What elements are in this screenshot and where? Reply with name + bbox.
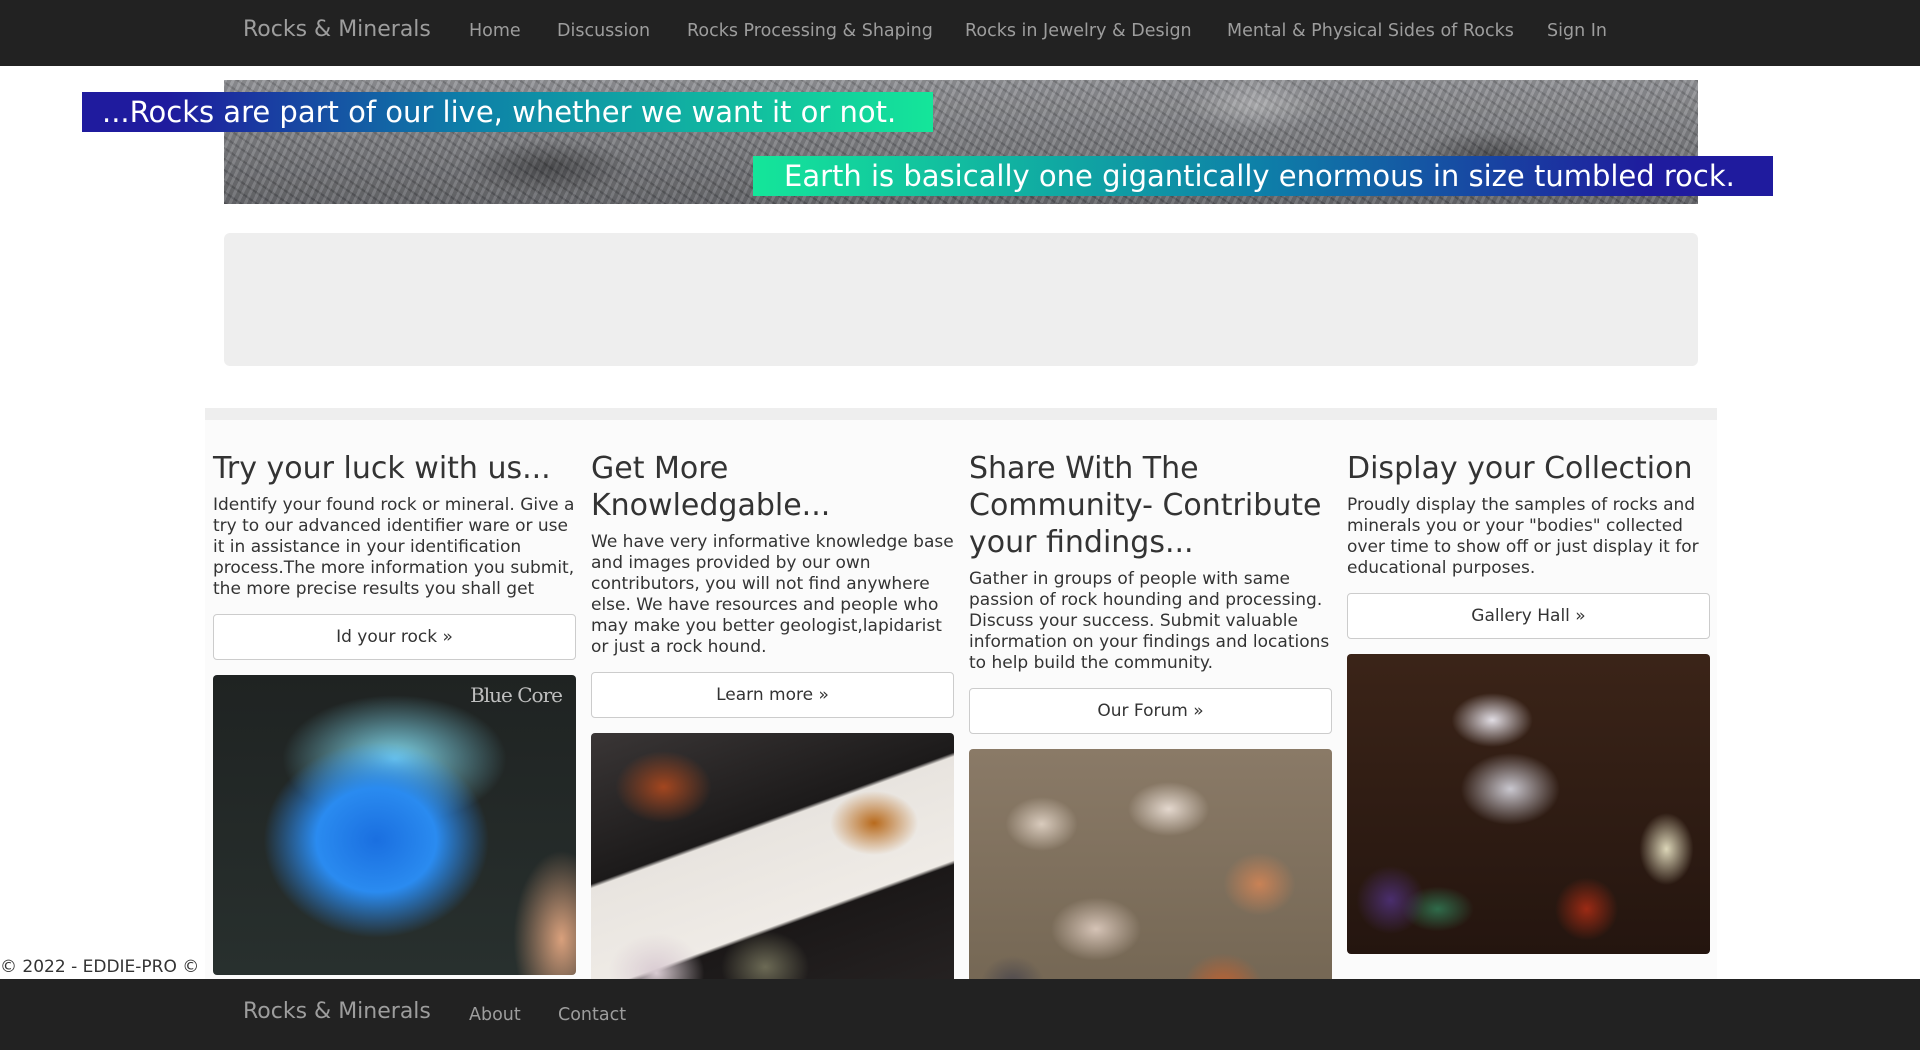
empty-panel: [224, 233, 1698, 366]
banner-slogan-1: ...Rocks are part of our live, whether w…: [82, 92, 933, 132]
card-title: Get More Knowledgable...: [591, 451, 831, 523]
top-navbar: Rocks & Minerals Home Discussion Rocks P…: [0, 0, 1920, 66]
brand-link[interactable]: Rocks & Minerals: [243, 17, 431, 42]
card-title: Share With The Community- Contribute you…: [969, 451, 1322, 560]
id-your-rock-button[interactable]: Id your rock »: [213, 614, 576, 660]
crystal-collection-image: [1347, 654, 1710, 954]
image-watermark: Blue Core: [470, 683, 563, 707]
gallery-hall-button[interactable]: Gallery Hall »: [1347, 593, 1710, 639]
footer-brand-link[interactable]: Rocks & Minerals: [243, 999, 431, 1024]
nav-mental-physical-sides[interactable]: Mental & Physical Sides of Rocks: [1227, 21, 1514, 41]
card-title: Try your luck with us...: [213, 451, 551, 486]
nav-rocks-processing-shaping[interactable]: Rocks Processing & Shaping: [687, 21, 933, 41]
banner-slogan-2: Earth is basically one gigantically enor…: [753, 156, 1773, 196]
card-identify: Try your luck with us... Identify your f…: [205, 420, 584, 988]
mineral-book-image: [591, 733, 954, 988]
card-community: Share With The Community- Contribute you…: [961, 420, 1340, 988]
pebbles-image: [969, 749, 1332, 988]
learn-more-button[interactable]: Learn more »: [591, 672, 954, 718]
our-forum-button[interactable]: Our Forum »: [969, 688, 1332, 734]
feature-cards: Try your luck with us... Identify your f…: [205, 408, 1717, 988]
card-text: Gather in groups of people with same pas…: [969, 569, 1330, 673]
nav-rocks-in-jewelry-design[interactable]: Rocks in Jewelry & Design: [965, 21, 1192, 41]
blue-crystal-image: Blue Core: [213, 675, 576, 975]
card-knowledge: Get More Knowledgable... We have very in…: [583, 420, 962, 988]
footer-contact-link[interactable]: Contact: [558, 1005, 626, 1025]
footer-about-link[interactable]: About: [469, 1005, 521, 1025]
nav-sign-in[interactable]: Sign In: [1547, 21, 1607, 41]
card-title: Display your Collection: [1347, 451, 1693, 486]
copyright-text: © 2022 - EDDIE-PRO ©: [0, 957, 200, 977]
card-text: We have very informative knowledge base …: [591, 532, 954, 657]
card-text: Proudly display the samples of rocks and…: [1347, 495, 1699, 578]
nav-home[interactable]: Home: [469, 21, 521, 41]
card-collection: Display your Collection Proudly display …: [1339, 420, 1717, 988]
footer-bar: Rocks & Minerals About Contact: [0, 979, 1920, 1050]
card-text: Identify your found rock or mineral. Giv…: [213, 495, 575, 599]
nav-discussion[interactable]: Discussion: [557, 21, 650, 41]
